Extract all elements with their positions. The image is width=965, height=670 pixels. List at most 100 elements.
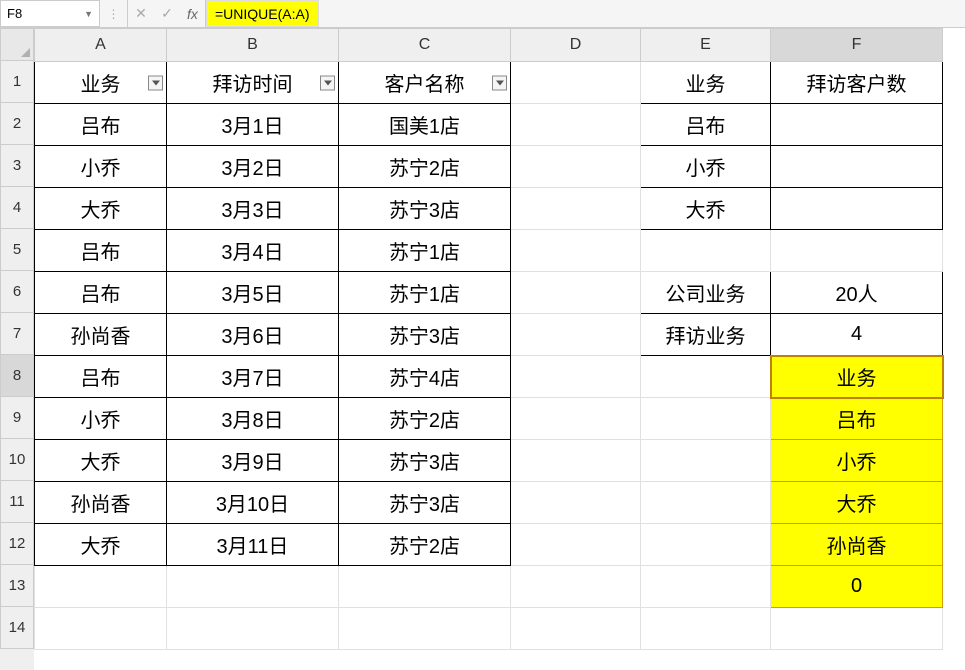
cell[interactable] <box>641 524 771 566</box>
cell[interactable] <box>771 608 943 650</box>
cell[interactable]: 3月1日 <box>167 104 339 146</box>
row-header[interactable]: 13 <box>0 565 34 607</box>
cell[interactable]: 苏宁2店 <box>339 398 511 440</box>
filter-icon[interactable] <box>492 75 507 90</box>
cell[interactable]: 吕布 <box>35 104 167 146</box>
chevron-down-icon[interactable]: ▼ <box>84 9 93 19</box>
cell[interactable]: 业务 <box>641 62 771 104</box>
cell[interactable]: 吕布 <box>35 230 167 272</box>
cell[interactable]: 大乔 <box>35 188 167 230</box>
row-header[interactable]: 2 <box>0 103 34 145</box>
col-header[interactable]: A <box>35 29 167 62</box>
row-header[interactable]: 7 <box>0 313 34 355</box>
cell[interactable] <box>35 608 167 650</box>
cell[interactable]: 业务 <box>35 62 167 104</box>
cell[interactable]: 苏宁4店 <box>339 356 511 398</box>
cell[interactable] <box>641 356 771 398</box>
cell[interactable] <box>771 230 943 272</box>
cell[interactable]: 苏宁3店 <box>339 440 511 482</box>
cell[interactable]: 苏宁3店 <box>339 188 511 230</box>
cell[interactable]: 大乔 <box>771 482 943 524</box>
row-header[interactable]: 8 <box>0 355 34 397</box>
cell[interactable]: 吕布 <box>35 272 167 314</box>
cell[interactable] <box>167 608 339 650</box>
col-header[interactable]: B <box>167 29 339 62</box>
cell[interactable] <box>511 566 641 608</box>
cell[interactable]: 吕布 <box>641 104 771 146</box>
col-header[interactable]: C <box>339 29 511 62</box>
cell[interactable]: 20人 <box>771 272 943 314</box>
cell[interactable] <box>511 188 641 230</box>
cell[interactable] <box>339 566 511 608</box>
cell[interactable]: 小乔 <box>641 146 771 188</box>
cell[interactable]: 3月7日 <box>167 356 339 398</box>
cell[interactable]: 苏宁1店 <box>339 272 511 314</box>
cell[interactable] <box>511 230 641 272</box>
cell[interactable] <box>35 566 167 608</box>
cell[interactable]: 4 <box>771 314 943 356</box>
cell[interactable] <box>511 356 641 398</box>
row-header[interactable]: 3 <box>0 145 34 187</box>
cell[interactable]: 苏宁3店 <box>339 482 511 524</box>
cell[interactable] <box>641 608 771 650</box>
cell[interactable]: 3月6日 <box>167 314 339 356</box>
cell[interactable]: 孙尚香 <box>35 482 167 524</box>
row-header[interactable]: 5 <box>0 229 34 271</box>
cell[interactable]: 苏宁1店 <box>339 230 511 272</box>
cell[interactable] <box>167 566 339 608</box>
row-header[interactable]: 1 <box>0 61 34 103</box>
row-header[interactable]: 9 <box>0 397 34 439</box>
cell[interactable]: 小乔 <box>771 440 943 482</box>
row-header[interactable]: 14 <box>0 607 34 649</box>
cell[interactable]: 苏宁2店 <box>339 146 511 188</box>
active-cell[interactable]: 业务 <box>771 356 943 398</box>
cell[interactable]: 大乔 <box>35 524 167 566</box>
cell[interactable] <box>511 608 641 650</box>
formula-input[interactable]: =UNIQUE(A:A) <box>206 0 319 27</box>
cell[interactable]: 国美1店 <box>339 104 511 146</box>
cell[interactable]: 小乔 <box>35 146 167 188</box>
cell[interactable]: 3月11日 <box>167 524 339 566</box>
cell[interactable] <box>771 188 943 230</box>
enter-icon[interactable]: ✓ <box>154 0 180 27</box>
cell[interactable] <box>511 440 641 482</box>
cell[interactable] <box>339 608 511 650</box>
name-box[interactable]: F8 ▼ <box>0 0 100 27</box>
row-header[interactable]: 4 <box>0 187 34 229</box>
row-header[interactable]: 11 <box>0 481 34 523</box>
col-header[interactable]: D <box>511 29 641 62</box>
cell[interactable]: 3月3日 <box>167 188 339 230</box>
col-header[interactable]: F <box>771 29 943 62</box>
cell[interactable]: 客户名称 <box>339 62 511 104</box>
row-header[interactable]: 6 <box>0 271 34 313</box>
cell[interactable]: 孙尚香 <box>771 524 943 566</box>
cell[interactable] <box>511 314 641 356</box>
cancel-icon[interactable]: ✕ <box>128 0 154 27</box>
cell[interactable] <box>641 440 771 482</box>
cell[interactable] <box>641 230 771 272</box>
cell[interactable]: 3月2日 <box>167 146 339 188</box>
cell[interactable]: 0 <box>771 566 943 608</box>
cell[interactable] <box>641 482 771 524</box>
cell[interactable] <box>511 482 641 524</box>
cell[interactable]: 苏宁2店 <box>339 524 511 566</box>
filter-icon[interactable] <box>320 75 335 90</box>
cell[interactable]: 大乔 <box>641 188 771 230</box>
cell[interactable] <box>511 146 641 188</box>
cell[interactable]: 公司业务 <box>641 272 771 314</box>
cell[interactable] <box>511 272 641 314</box>
cell[interactable]: 拜访时间 <box>167 62 339 104</box>
cell[interactable]: 3月9日 <box>167 440 339 482</box>
cell[interactable]: 吕布 <box>35 356 167 398</box>
cell[interactable] <box>511 524 641 566</box>
cell[interactable]: 吕布 <box>771 398 943 440</box>
cell[interactable]: 3月8日 <box>167 398 339 440</box>
fx-icon[interactable]: fx <box>180 0 206 27</box>
cell[interactable] <box>641 566 771 608</box>
cell[interactable] <box>511 104 641 146</box>
cell[interactable]: 3月5日 <box>167 272 339 314</box>
cell[interactable] <box>511 62 641 104</box>
select-all-corner[interactable] <box>0 28 34 61</box>
cell[interactable] <box>771 146 943 188</box>
row-header[interactable]: 10 <box>0 439 34 481</box>
